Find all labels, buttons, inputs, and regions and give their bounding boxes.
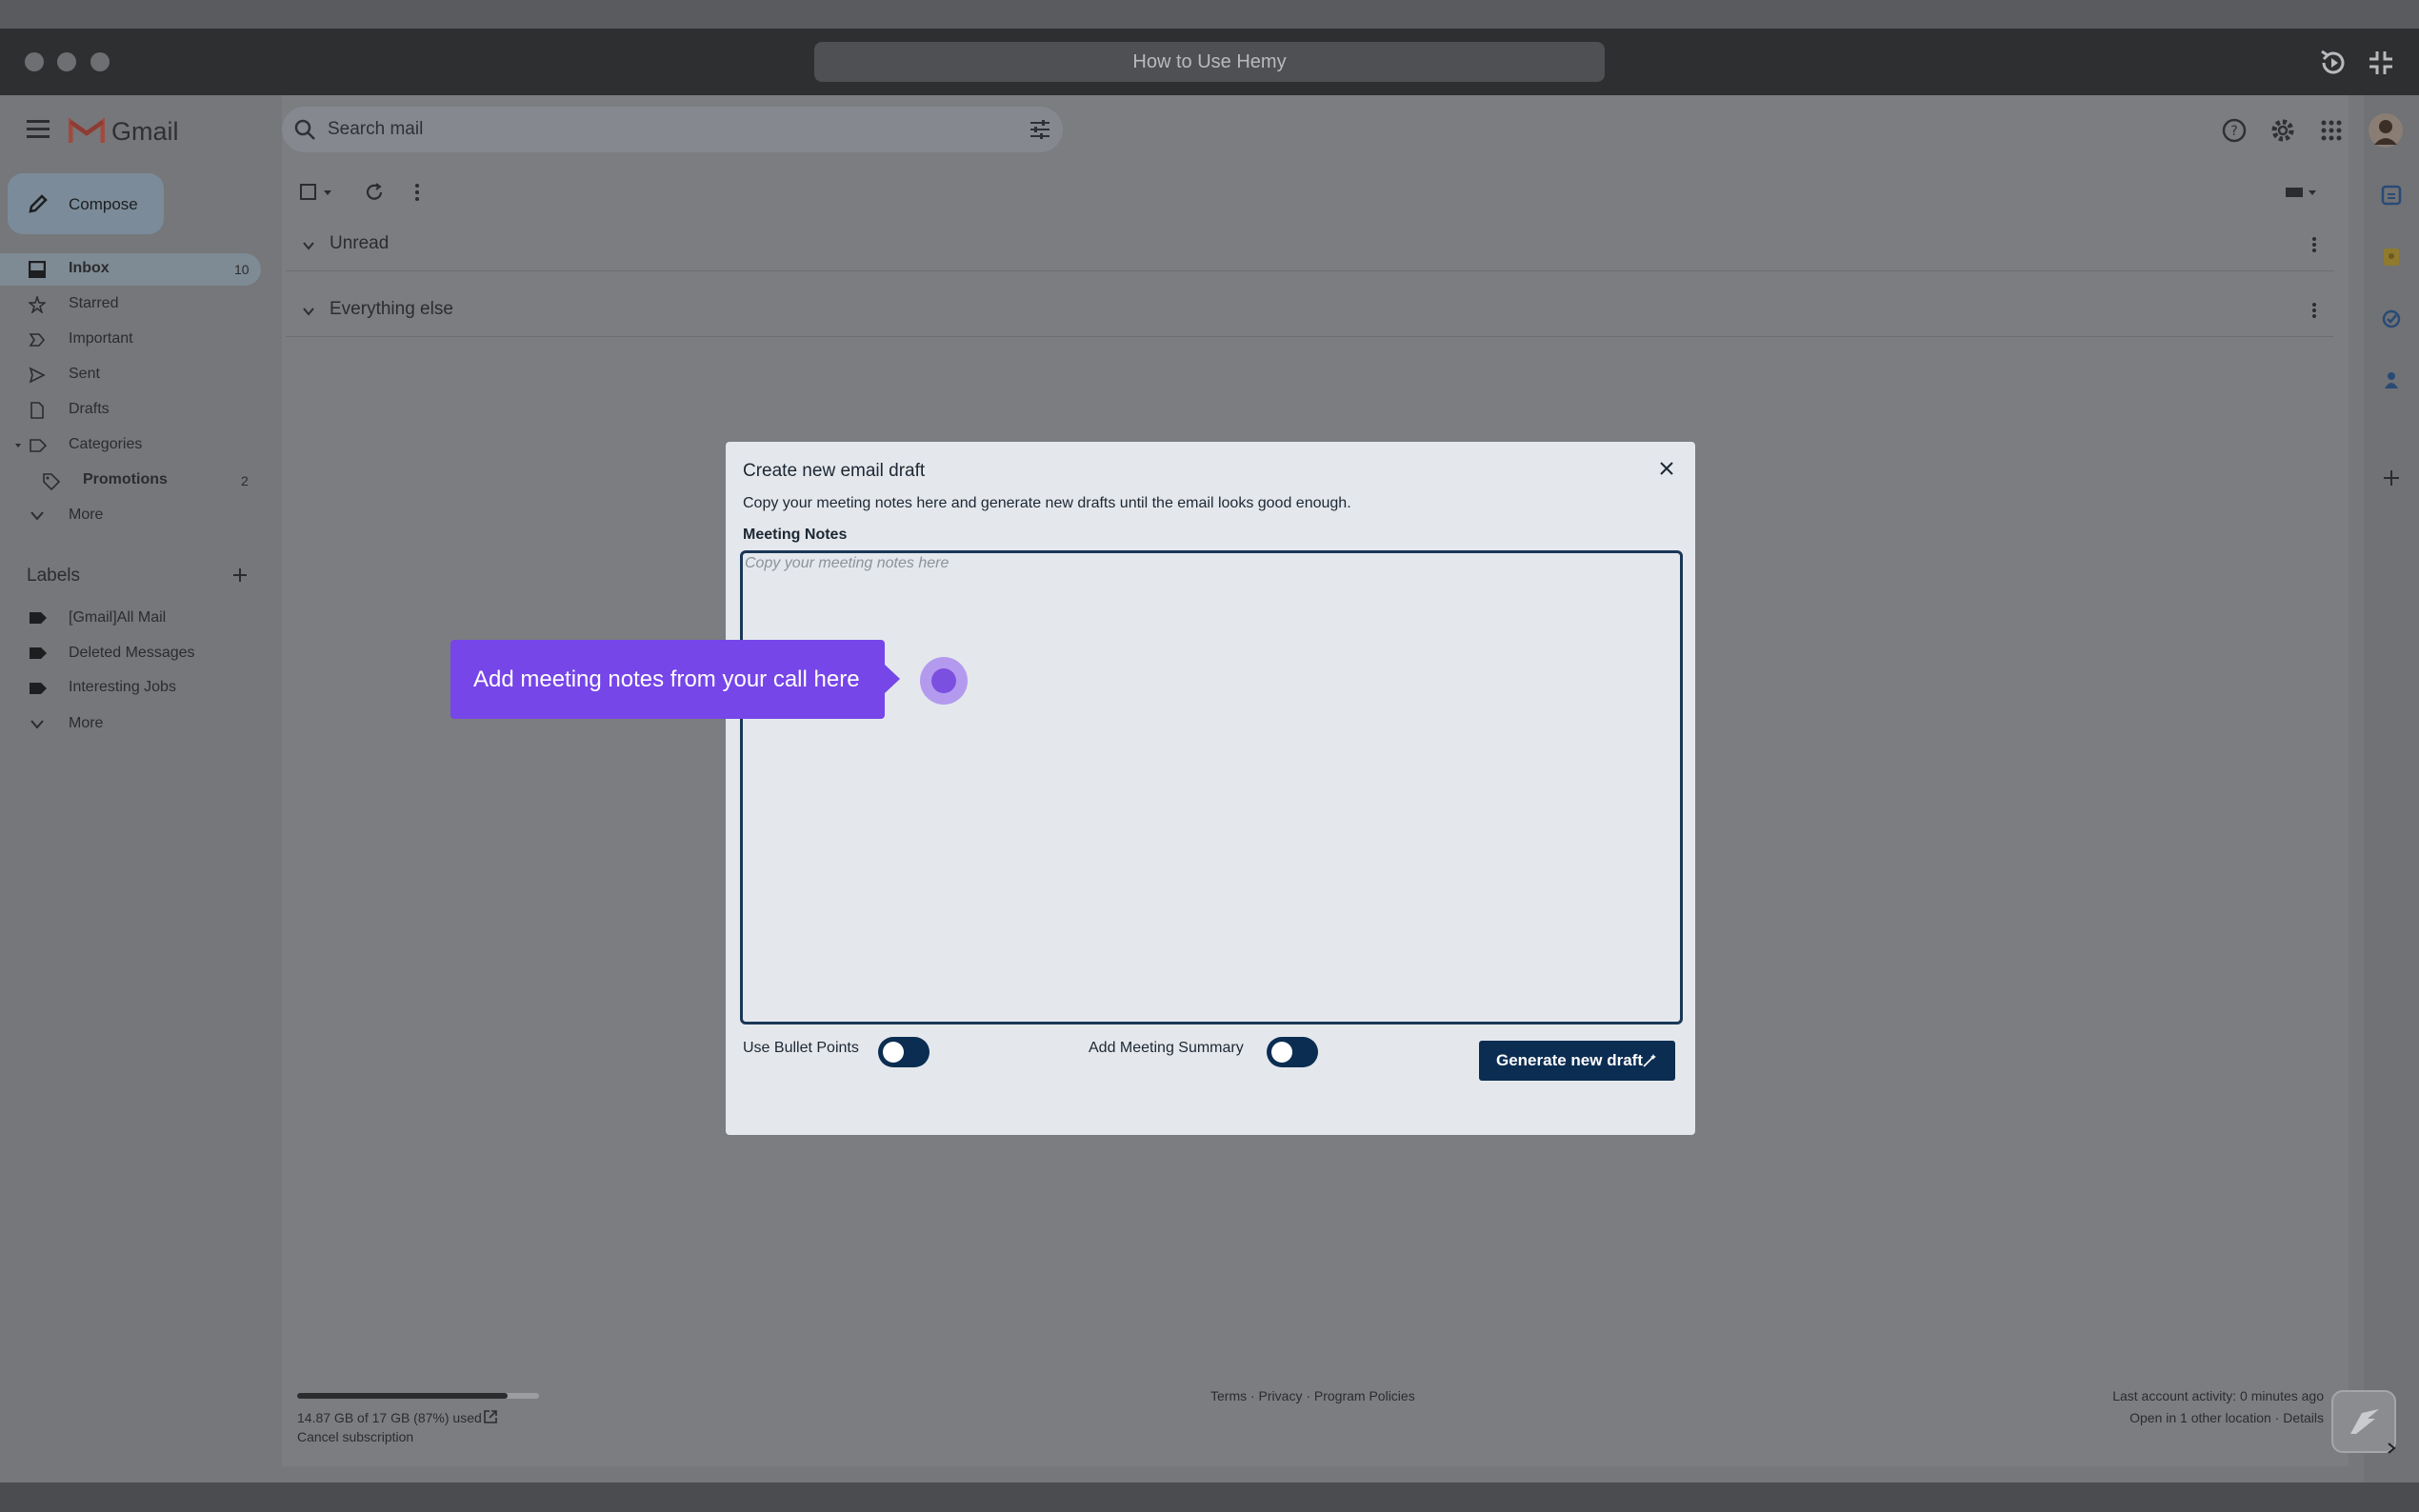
keep-icon[interactable] — [2381, 247, 2402, 268]
replay-icon[interactable] — [2316, 46, 2350, 80]
settings-gear-icon[interactable] — [2269, 117, 2296, 144]
generate-draft-label: Generate new draft — [1496, 1051, 1643, 1069]
modal-title: Create new email draft — [743, 461, 926, 481]
label-icon — [30, 647, 47, 659]
label-icon — [30, 683, 47, 694]
tasks-icon[interactable] — [2381, 308, 2402, 329]
sidebar-item-sent[interactable]: Sent — [69, 366, 100, 383]
tooltip-beacon-dot[interactable] — [931, 668, 956, 693]
meeting-notes-label: Meeting Notes — [743, 527, 848, 543]
more-vertical-icon[interactable] — [2309, 301, 2320, 320]
add-label-icon[interactable] — [230, 566, 250, 585]
svg-text:?: ? — [2230, 124, 2237, 139]
sidebar-item-drafts[interactable]: Drafts — [69, 401, 110, 418]
magic-wand-icon — [1643, 1054, 1656, 1067]
select-checkbox-icon[interactable] — [299, 183, 337, 202]
open-external-icon[interactable] — [482, 1408, 499, 1425]
label-item-all-mail[interactable]: [Gmail]All Mail — [69, 609, 166, 627]
cancel-subscription-link[interactable]: Cancel subscription — [297, 1429, 413, 1444]
compose-label: Compose — [69, 195, 138, 213]
contacts-icon[interactable] — [2381, 369, 2402, 390]
chevron-right-icon[interactable] — [2385, 1442, 2398, 1455]
chevron-down-icon[interactable] — [301, 305, 316, 318]
window-title-bar[interactable]: How to Use Hemy — [814, 42, 1605, 82]
sidebar-item-more[interactable]: More — [69, 507, 103, 524]
activity-details-link[interactable]: Open in 1 other location · Details — [2129, 1410, 2324, 1425]
star-icon — [29, 296, 46, 313]
top-strip — [0, 0, 2419, 29]
inbox-icon — [29, 261, 46, 278]
meeting-summary-toggle[interactable] — [1267, 1037, 1318, 1067]
chevron-down-icon — [30, 720, 44, 729]
bullet-points-toggle[interactable] — [878, 1037, 930, 1067]
refresh-icon[interactable] — [364, 182, 385, 203]
widget-logo-icon — [2350, 1409, 2379, 1434]
labels-more[interactable]: More — [69, 715, 103, 732]
modal-description: Copy your meeting notes here and generat… — [743, 495, 1351, 511]
storage-bar — [297, 1393, 539, 1399]
tooltip-text: Add meeting notes from your call here — [473, 666, 860, 692]
inbox-count-badge: 10 — [234, 262, 250, 277]
meeting-notes-placeholder: Copy your meeting notes here — [745, 555, 950, 571]
sidebar-item-starred[interactable]: Starred — [69, 295, 118, 312]
tooltip-arrow — [885, 665, 900, 693]
calendar-icon[interactable] — [2381, 185, 2402, 206]
section-everything-else[interactable]: Everything else — [330, 299, 453, 320]
storage-used-text: 14.87 GB of 17 GB (87%) used — [297, 1410, 482, 1425]
sidebar-item-important[interactable]: Important — [69, 330, 133, 348]
sidebar-item-promotions[interactable]: Promotions — [83, 471, 168, 488]
label-icon — [30, 612, 47, 624]
pencil-icon — [29, 194, 48, 213]
meeting-summary-label: Add Meeting Summary — [1089, 1040, 1244, 1056]
bullet-points-label: Use Bullet Points — [743, 1040, 859, 1056]
add-addon-icon[interactable] — [2381, 468, 2402, 488]
terms-links[interactable]: Terms · Privacy · Program Policies — [1210, 1388, 1415, 1403]
chevron-down-icon[interactable] — [301, 239, 316, 252]
close-icon[interactable] — [1655, 457, 1678, 480]
label-item-interesting-jobs[interactable]: Interesting Jobs — [69, 679, 176, 696]
label-item-deleted-messages[interactable]: Deleted Messages — [69, 645, 195, 662]
last-activity-text: Last account activity: 0 minutes ago — [2112, 1388, 2324, 1403]
search-input[interactable]: Search mail — [328, 119, 423, 140]
draft-icon — [30, 402, 44, 419]
help-icon[interactable]: ? — [2221, 117, 2248, 144]
important-icon — [29, 333, 46, 347]
main-menu-icon[interactable] — [27, 120, 50, 138]
section-unread[interactable]: Unread — [330, 233, 389, 254]
more-vertical-icon[interactable] — [2309, 235, 2320, 254]
density-toggle-icon[interactable] — [2284, 183, 2322, 202]
search-options-icon[interactable] — [1029, 118, 1051, 141]
meeting-notes-textarea[interactable] — [740, 550, 1683, 1025]
labels-header: Labels — [27, 566, 80, 586]
account-avatar[interactable] — [2368, 112, 2404, 149]
exit-fullscreen-icon[interactable] — [2364, 46, 2398, 80]
sidebar-item-inbox[interactable]: Inbox — [69, 260, 110, 277]
categories-expand-icon[interactable] — [13, 437, 48, 454]
minimize-window-button[interactable] — [57, 52, 76, 71]
promotions-count-badge: 2 — [241, 473, 249, 488]
more-vertical-icon[interactable] — [411, 182, 423, 203]
close-window-button[interactable] — [25, 52, 44, 71]
side-panel-rail — [2364, 95, 2419, 1482]
generate-draft-button[interactable]: Generate new draft — [1479, 1041, 1675, 1081]
sidebar-item-categories[interactable]: Categories — [69, 436, 142, 453]
send-icon — [29, 367, 46, 384]
bottom-strip — [0, 1482, 2419, 1512]
search-icon[interactable] — [293, 118, 316, 141]
gmail-brand[interactable]: Gmail — [111, 117, 179, 147]
maximize-window-button[interactable] — [90, 52, 110, 71]
chevron-down-icon — [30, 511, 44, 521]
gmail-logo-icon — [69, 117, 105, 143]
divider — [286, 336, 2333, 337]
divider — [286, 270, 2333, 271]
apps-grid-icon[interactable] — [2320, 119, 2343, 142]
tag-icon — [43, 473, 61, 491]
